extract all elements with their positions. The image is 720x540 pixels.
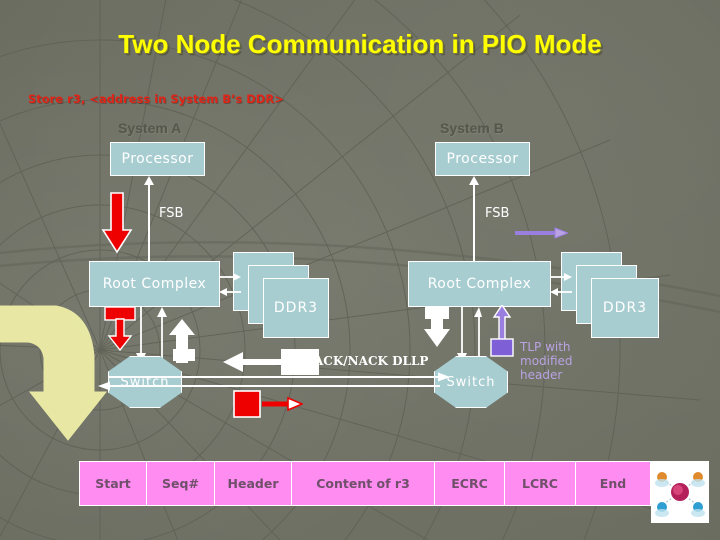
system-b-rc-memory-arrows bbox=[550, 273, 572, 296]
system-a-processor[interactable]: Processor bbox=[110, 142, 205, 176]
system-a-root-complex[interactable]: Root Complex bbox=[89, 261, 220, 307]
tlp-note-line-3: header bbox=[520, 368, 563, 382]
system-b-rc-switch-arrows bbox=[424, 307, 482, 363]
packet-field-header[interactable]: Header bbox=[215, 461, 292, 506]
system-b-processor[interactable]: Processor bbox=[435, 142, 530, 176]
packet-field-table: Start Seq# Header Content of r3 ECRC LCRC End bbox=[79, 461, 651, 506]
slide-canvas: Two Node Communication in PIO Mode Store… bbox=[0, 0, 720, 540]
packet-field-end[interactable]: End bbox=[576, 461, 651, 506]
tlp-modified-header-note: TLP with modified header bbox=[520, 340, 573, 382]
tlp-note-line-2: modified bbox=[520, 354, 573, 368]
system-a-red-marker bbox=[104, 306, 136, 351]
system-a-label: System A bbox=[118, 120, 182, 136]
slide-title: Two Node Communication in PIO Mode bbox=[118, 29, 602, 59]
system-b-label: System B bbox=[440, 120, 504, 136]
ack-nack-dllp-label: ACK/NACK DLLP bbox=[314, 354, 429, 368]
system-b-fsb-label: FSB bbox=[485, 206, 510, 221]
system-a-rc-memory-arrows bbox=[219, 273, 241, 296]
system-a-rc-switch-arrows bbox=[136, 307, 195, 363]
packet-field-seq[interactable]: Seq# bbox=[147, 461, 215, 506]
system-a-memory-front[interactable]: DDR3 bbox=[263, 278, 329, 338]
logo-atom-icon bbox=[655, 472, 705, 517]
tlp-note-line-1: TLP with bbox=[520, 340, 571, 354]
packet-field-ecrc[interactable]: ECRC bbox=[435, 461, 505, 506]
red-tlp-on-wire-marker bbox=[233, 390, 303, 418]
system-b-memory-front[interactable]: DDR3 bbox=[591, 278, 659, 338]
system-b-root-complex[interactable]: Root Complex bbox=[408, 261, 551, 307]
packet-field-start[interactable]: Start bbox=[79, 461, 147, 506]
purple-tlp-marker bbox=[490, 305, 514, 357]
store-instruction-text: Store r3, <address in System B’s DDR> bbox=[28, 92, 284, 106]
red-store-arrow bbox=[101, 192, 133, 254]
organization-logo bbox=[651, 461, 709, 523]
packet-field-lcrc[interactable]: LCRC bbox=[505, 461, 576, 506]
packet-field-content-of-r3[interactable]: Content of r3 bbox=[292, 461, 435, 506]
purple-tlp-arrow-horizontal bbox=[515, 227, 568, 239]
system-a-fsb-label: FSB bbox=[159, 206, 184, 221]
yellow-flow-arrow bbox=[0, 305, 108, 441]
